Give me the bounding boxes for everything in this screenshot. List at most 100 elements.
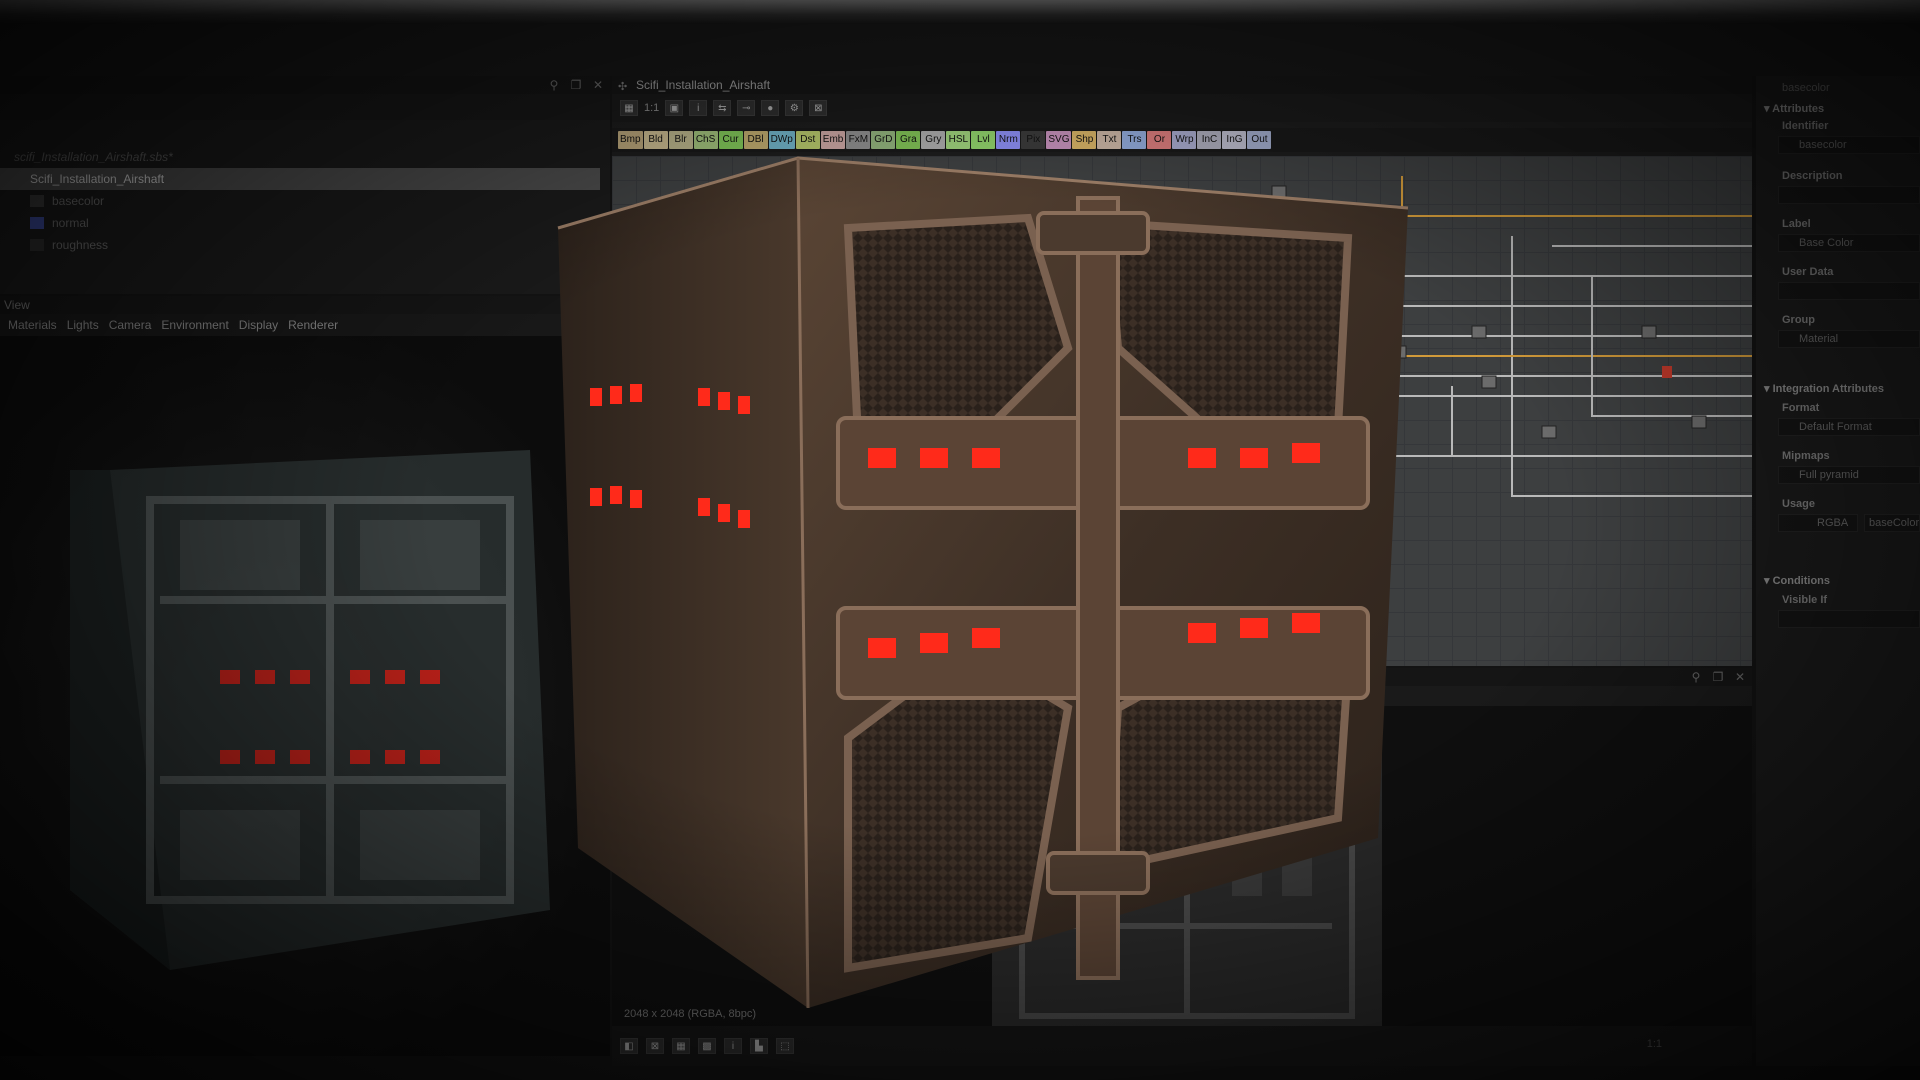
histogram-icon[interactable]: ▙ <box>750 1038 768 1054</box>
connect-icon[interactable]: ⊸ <box>737 100 756 116</box>
node-button-nrm[interactable]: Nrm <box>996 131 1021 149</box>
usage-channel-dropdown[interactable]: RGBA <box>1778 514 1858 532</box>
explorer-header: ⚲ ❐ ✕ <box>0 76 610 94</box>
hero-material-cube <box>557 156 1409 1009</box>
description-label: Description <box>1782 170 1843 182</box>
identifier-label: Identifier <box>1782 120 1829 132</box>
label-label: Label <box>1782 218 1811 230</box>
3d-view-menu: Materials Lights Camera Environment Disp… <box>0 314 610 336</box>
output-item-normal[interactable]: normal <box>0 212 600 234</box>
3d-view-title: View <box>0 296 610 314</box>
group-field[interactable]: Material <box>1778 330 1920 348</box>
node-button-grd[interactable]: GrD <box>871 131 896 149</box>
node-button-trs[interactable]: Trs <box>1122 131 1147 149</box>
node-button-gra[interactable]: Gra <box>896 131 921 149</box>
graph-item[interactable]: Scifi_Installation_Airshaft <box>0 168 600 190</box>
frame-all-icon[interactable]: ▦ <box>620 100 638 116</box>
node-button-hsl[interactable]: HSL <box>946 131 971 149</box>
section-conditions-label: Conditions <box>1772 575 1831 587</box>
2d-zoom-label[interactable]: 1:1 <box>1647 1038 1662 1050</box>
main-toolbar <box>0 24 1920 76</box>
node-button-svg[interactable]: SVG <box>1046 131 1072 149</box>
label-field[interactable]: Base Color <box>1778 234 1920 252</box>
menu-lights[interactable]: Lights <box>67 314 99 336</box>
close-icon[interactable]: ✕ <box>592 78 604 92</box>
pin-icon[interactable]: ⚲ <box>548 78 560 92</box>
usage-name-field[interactable]: baseColor <box>1864 514 1920 532</box>
dot-icon[interactable]: ● <box>761 100 780 116</box>
node-button-blr[interactable]: Blr <box>668 131 693 149</box>
float-icon[interactable]: ❐ <box>570 78 582 92</box>
user-data-field[interactable] <box>1778 282 1920 300</box>
graph-tab[interactable]: ✣ Scifi_Installation_Airshaft <box>612 76 1752 94</box>
grid-icon[interactable]: ▦ <box>672 1038 690 1054</box>
node-button-shp[interactable]: Shp <box>1072 131 1097 149</box>
pin-icon[interactable]: ⚲ <box>1690 670 1702 684</box>
info-icon[interactable]: i <box>689 100 708 116</box>
output-label: roughness <box>52 238 109 252</box>
node-button-bmp[interactable]: Bmp <box>618 131 643 149</box>
node-button-out[interactable]: Out <box>1247 131 1272 149</box>
tiling-icon[interactable]: ⊠ <box>646 1038 664 1054</box>
section-attributes[interactable]: ▾ Attributes <box>1764 102 1824 115</box>
section-attributes-label: Attributes <box>1772 103 1825 115</box>
settings-icon[interactable]: ⚙ <box>785 100 804 116</box>
description-field[interactable] <box>1778 186 1920 204</box>
mipmaps-dropdown[interactable]: Full pyramid <box>1778 466 1920 484</box>
user-data-label: User Data <box>1782 266 1834 278</box>
node-button-ing[interactable]: InG <box>1222 131 1247 149</box>
float-icon[interactable]: ❐ <box>1712 670 1724 684</box>
format-dropdown[interactable]: Default Format <box>1778 418 1920 436</box>
group-label: Group <box>1782 314 1815 326</box>
identifier-field[interactable]: basecolor <box>1778 136 1920 154</box>
3d-preview-cube <box>70 450 550 970</box>
visible-if-field[interactable] <box>1778 610 1920 628</box>
node-button-fxm[interactable]: FxM <box>846 131 871 149</box>
menu-display[interactable]: Display <box>239 314 278 336</box>
menu-materials[interactable]: Materials <box>8 314 57 336</box>
node-button-emb[interactable]: Emb <box>820 131 846 149</box>
zoom-label[interactable]: 1:1 <box>644 102 659 114</box>
substance-designer-window: ⚲ ❐ ✕ scifi_Installation_Airshaft.sbs* S… <box>0 0 1920 1080</box>
section-integration[interactable]: ▾ Integration Attributes <box>1764 382 1884 395</box>
node-button-chs[interactable]: ChS <box>693 131 718 149</box>
basecolor-swatch <box>30 195 44 207</box>
section-conditions[interactable]: ▾ Conditions <box>1764 574 1830 587</box>
node-button-wrp[interactable]: Wrp <box>1172 131 1197 149</box>
graph-tab-title: Scifi_Installation_Airshaft <box>636 78 771 92</box>
output-item-basecolor[interactable]: basecolor <box>0 190 600 212</box>
node-button-dst[interactable]: Dst <box>795 131 820 149</box>
node-button-bld[interactable]: Bld <box>643 131 668 149</box>
node-button-dbl[interactable]: DBl <box>743 131 768 149</box>
output-item-roughness[interactable]: roughness <box>0 234 600 256</box>
output-label: normal <box>52 216 89 230</box>
node-button-cur[interactable]: Cur <box>718 131 743 149</box>
explorer-tree: scifi_Installation_Airshaft.sbs* Scifi_I… <box>0 146 600 256</box>
package-item[interactable]: scifi_Installation_Airshaft.sbs* <box>0 146 600 168</box>
menu-camera[interactable]: Camera <box>109 314 152 336</box>
node-button-pix[interactable]: Pix <box>1021 131 1046 149</box>
close-icon[interactable]: ✕ <box>1734 670 1746 684</box>
node-button-txt[interactable]: Txt <box>1097 131 1122 149</box>
node-button-lvl[interactable]: Lvl <box>971 131 996 149</box>
export-icon[interactable]: ⊠ <box>809 100 828 116</box>
node-button-or[interactable]: Or <box>1147 131 1172 149</box>
graph-toolbar: ▦ 1:1 ▣ i ⇆ ⊸ ● ⚙ ⊠ <box>612 94 1752 122</box>
snapshot-icon[interactable]: ▣ <box>665 100 684 116</box>
align-icon[interactable]: ⇆ <box>713 100 732 116</box>
menu-environment[interactable]: Environment <box>161 314 228 336</box>
node-button-inc[interactable]: InC <box>1197 131 1222 149</box>
2d-view-bottom-toolbar: ◧ ⊠ ▦ ▩ i ▙ ⬚ 1:1 <box>612 1026 1752 1066</box>
mipmaps-label: Mipmaps <box>1782 450 1830 462</box>
channels-icon[interactable]: ◧ <box>620 1038 638 1054</box>
node-button-gry[interactable]: Gry <box>921 131 946 149</box>
export-icon[interactable]: ⬚ <box>776 1038 794 1054</box>
roughness-swatch <box>30 239 44 251</box>
node-button-dwp[interactable]: DWp <box>768 131 795 149</box>
section-integration-label: Integration Attributes <box>1772 383 1885 395</box>
color-icon[interactable]: ▩ <box>698 1038 716 1054</box>
menu-renderer[interactable]: Renderer <box>288 314 338 336</box>
window-titlebar <box>0 0 1920 24</box>
info-icon[interactable]: i <box>724 1038 742 1054</box>
normal-swatch <box>30 217 44 229</box>
